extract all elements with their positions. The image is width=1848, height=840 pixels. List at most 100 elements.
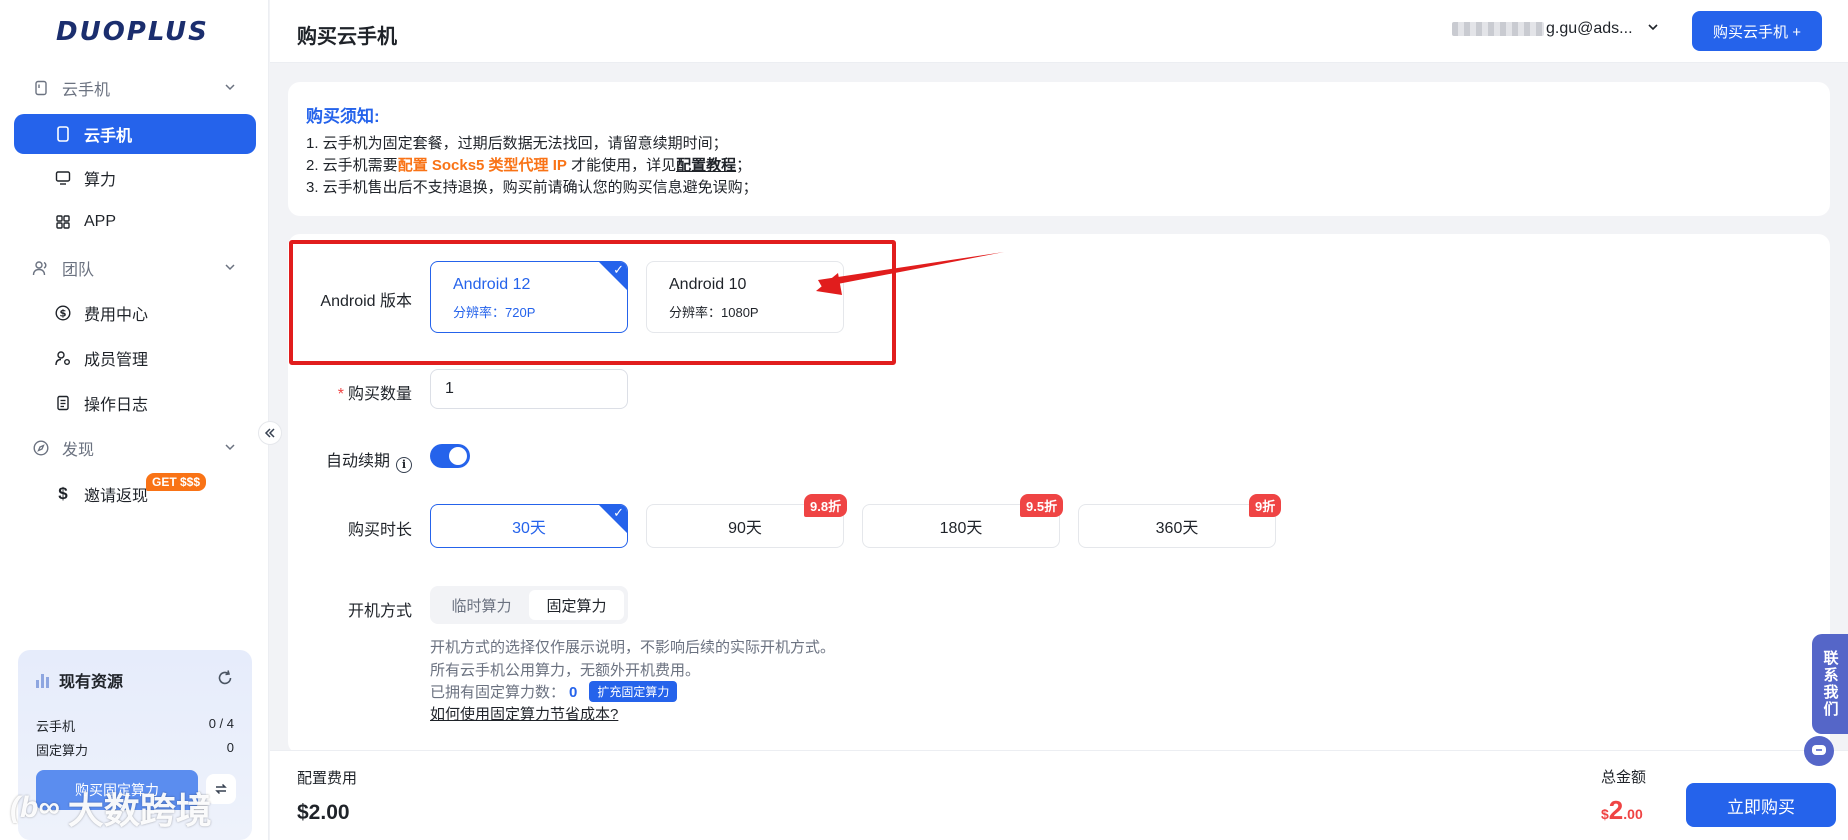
phone-outline-icon (32, 79, 50, 97)
boot-mode-segmented: 临时算力 固定算力 (430, 586, 628, 624)
nav-group-cloud-phone[interactable]: 云手机 (14, 68, 256, 108)
boot-option-fixed[interactable]: 固定算力 (529, 590, 624, 620)
duration-text: 30天 (512, 520, 546, 537)
resource-value: 0 / 4 (208, 716, 234, 731)
dollar-icon: $ (58, 484, 68, 503)
discount-badge: 9.5折 (1020, 494, 1064, 517)
nav-group-team[interactable]: 团队 (14, 248, 256, 288)
contact-us-tab[interactable]: 联系我们 (1812, 634, 1848, 734)
duration-360-days[interactable]: 360天 (1078, 504, 1276, 548)
total-integer: 2 (1608, 795, 1624, 825)
page-title: 购买云手机 (297, 26, 397, 48)
nav-group-label: 团队 (62, 262, 95, 279)
quantity-label-text: 购买数量 (347, 386, 412, 403)
nav-group-label: 发现 (62, 442, 95, 459)
resource-row: 固定算力 0 (36, 740, 234, 759)
resource-label: 固定算力 (36, 743, 89, 758)
logo[interactable]: DUOPLUS (56, 17, 209, 47)
collapse-sidebar-button[interactable] (258, 421, 282, 445)
boot-mode-label: 开机方式 (347, 603, 412, 620)
buy-now-button[interactable]: 立即购买 (1686, 783, 1836, 827)
quantity-label: * 购买数量 (292, 380, 412, 404)
watermark-text: 大数跨境 (67, 790, 212, 831)
auto-renew-toggle[interactable] (430, 444, 470, 468)
refresh-icon[interactable] (216, 669, 234, 687)
watermark-logo: (b∞ (10, 791, 60, 824)
duration-text: 360天 (1155, 520, 1199, 537)
quantity-input[interactable] (430, 369, 628, 409)
sidebar-item-label: 邀请返现 (84, 488, 149, 505)
nav-group-discover[interactable]: 发现 (14, 428, 256, 468)
sidebar-item-cloud-phone[interactable]: 云手机 (14, 114, 256, 154)
sidebar-item-referral[interactable]: $ 邀请返现 (14, 474, 256, 514)
android-version-label: Android 版本 (320, 293, 412, 310)
account-email: g.gu@ads... (1546, 20, 1633, 37)
sidebar-item-logs[interactable]: 操作日志 (14, 383, 256, 423)
owned-count: 0 (569, 684, 578, 701)
option-name: Android 10 (669, 276, 747, 293)
resource-label: 云手机 (36, 719, 76, 734)
sidebar-item-app[interactable]: APP (14, 202, 256, 242)
notice-line-2: 2. 云手机需要配置 Socks5 类型代理 IP 才能使用，详见配置教程； (306, 155, 1812, 177)
required-mark: * (337, 386, 344, 403)
checkout-bar: 配置费用 $2.00 总金额 $2.00 立即购买 (270, 750, 1848, 840)
total-currency: $ (1601, 806, 1609, 822)
chat-icon[interactable] (1804, 736, 1834, 766)
total-decimal: .00 (1623, 806, 1643, 822)
duration-text: 180天 (939, 520, 983, 537)
users-icon (32, 259, 50, 277)
sidebar-item-billing[interactable]: $ 费用中心 (14, 293, 256, 333)
sidebar: DUOPLUS 云手机 云手机 算力 APP 团队 $ 费用中心 成员管理 操作… (0, 0, 269, 840)
boot-option-temporary[interactable]: 临时算力 (434, 590, 529, 620)
nav-group-label: 云手机 (62, 82, 111, 99)
notice-title: 购买须知: (306, 107, 380, 126)
user-settings-icon (54, 349, 72, 367)
duration-30-days[interactable]: 30天 ✓ (430, 504, 628, 548)
dollar-circle-icon: $ (54, 304, 72, 322)
resource-value: 0 (226, 740, 234, 755)
duration-label: 购买时长 (347, 522, 412, 539)
auto-renew-label: 自动续期 i (292, 447, 412, 473)
check-icon: ✓ (613, 505, 624, 520)
info-icon[interactable]: i (396, 456, 412, 473)
svg-text:$: $ (60, 309, 67, 320)
chevron-down-icon (1647, 20, 1659, 38)
total-label: 总金额 (1601, 769, 1647, 786)
discount-badge: 9折 (1249, 494, 1282, 517)
sidebar-item-label: 费用中心 (84, 307, 149, 324)
sidebar-item-label: 算力 (84, 172, 117, 189)
fixed-compute-help-link[interactable]: 如何使用固定算力节省成本? (430, 703, 618, 724)
discount-badge: 9.8折 (804, 494, 848, 517)
boot-help-1: 开机方式的选择仅作展示说明，不影响后续的实际开机方式。 (430, 639, 836, 656)
notice-line-1: 1. 云手机为固定套餐，过期后数据无法找回，请留意续期时间； (306, 135, 728, 152)
android-10-option[interactable]: Android 10 分辨率：1080P (646, 261, 844, 333)
chevron-down-icon (224, 80, 236, 98)
duration-text: 90天 (728, 520, 762, 537)
resources-title: 现有资源 (36, 668, 123, 692)
promo-badge: GET $$$ (146, 473, 207, 491)
chevron-down-icon (224, 260, 236, 278)
config-tutorial-link[interactable]: 配置教程 (676, 157, 736, 174)
sidebar-item-label: 成员管理 (84, 352, 149, 369)
expand-fixed-compute-button[interactable]: 扩充固定算力 (589, 681, 678, 702)
owned-label: 已拥有固定算力数： (430, 684, 566, 701)
sidebar-item-label: 云手机 (84, 128, 133, 145)
owned-fixed-compute: 已拥有固定算力数： 0 扩充固定算力 (430, 681, 678, 702)
option-resolution: 分辨率：1080P (669, 305, 759, 320)
toggle-knob (449, 447, 467, 465)
sidebar-item-members[interactable]: 成员管理 (14, 338, 256, 378)
sidebar-item-label: 操作日志 (84, 397, 149, 414)
boot-help-2: 所有云手机公用算力，无额外开机费用。 (430, 662, 701, 679)
bar-chart-icon (36, 672, 49, 688)
grid-icon (54, 213, 72, 231)
notice-line-3: 3. 云手机售出后不支持退换，购买前请确认您的购买信息避免误购； (306, 179, 758, 196)
compass-icon (32, 439, 50, 457)
socks5-highlight: 配置 Socks5 类型代理 IP (397, 157, 567, 174)
notice-text: 2. 云手机需要 (306, 157, 398, 174)
document-icon (54, 394, 72, 412)
sidebar-item-compute[interactable]: 算力 (14, 158, 256, 198)
android-12-option[interactable]: Android 12 分辨率：720P ✓ (430, 261, 628, 333)
header: 购买云手机 g.gu@ads... 购买云手机 + (270, 0, 1848, 63)
buy-cloud-phone-button[interactable]: 购买云手机 + (1692, 11, 1822, 51)
account-menu[interactable]: g.gu@ads... (1452, 20, 1659, 38)
